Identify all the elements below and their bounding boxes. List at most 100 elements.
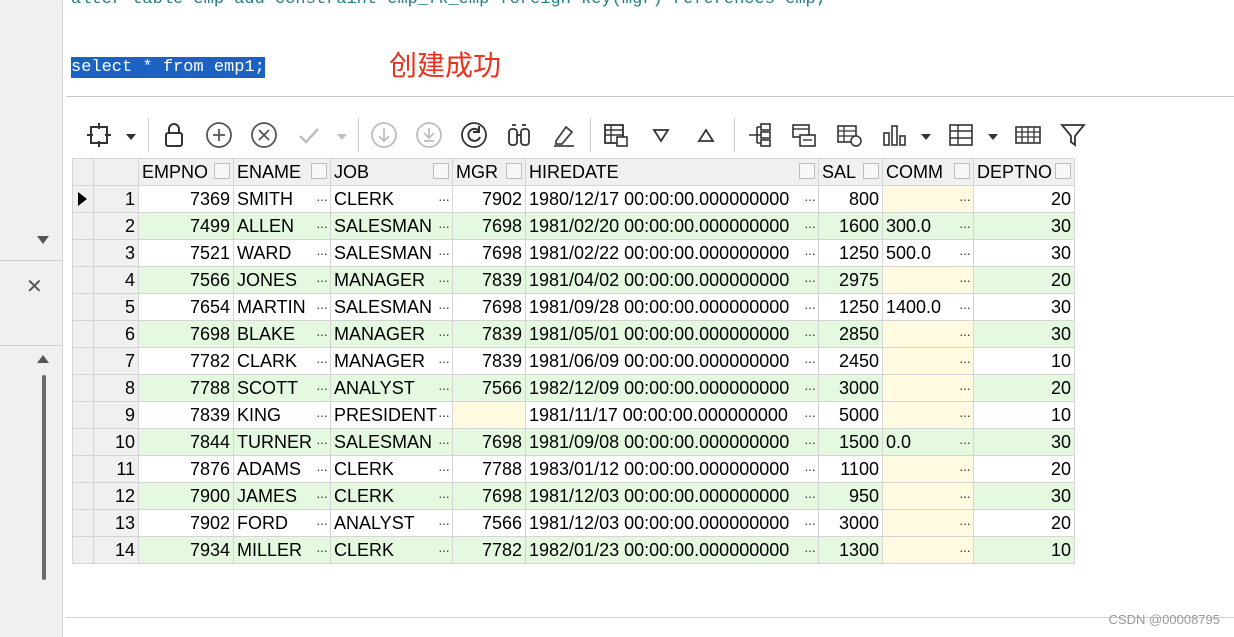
ellipsis-icon[interactable]: ··· [316, 540, 328, 560]
cell-mgr[interactable]: 7698 [452, 212, 526, 240]
cell-job[interactable]: ··· SALESMAN [330, 239, 453, 267]
cell-deptno[interactable]: 30 [973, 482, 1075, 510]
ellipsis-icon[interactable]: ··· [959, 459, 971, 479]
cell-hiredate[interactable]: ··· 1981/12/03 00:00:00.000000000 [525, 509, 819, 537]
cell-comm[interactable]: ··· [882, 266, 974, 294]
row-indicator[interactable] [72, 293, 94, 321]
cell-comm[interactable]: ··· [882, 509, 974, 537]
row-number[interactable]: 14 [93, 536, 139, 564]
row-indicator[interactable] [72, 401, 94, 429]
ellipsis-icon[interactable]: ··· [959, 432, 971, 452]
row-number[interactable]: 9 [93, 401, 139, 429]
cell-empno[interactable]: 7902 [138, 509, 234, 537]
cell-job[interactable]: ··· ANALYST [330, 509, 453, 537]
cell-sal[interactable]: 1300 [818, 536, 883, 564]
cell-deptno[interactable]: 20 [973, 374, 1075, 402]
ellipsis-icon[interactable]: ··· [438, 378, 450, 398]
cell-empno[interactable]: 7839 [138, 401, 234, 429]
ellipsis-icon[interactable]: ··· [316, 459, 328, 479]
column-menu-icon[interactable] [954, 163, 970, 179]
cell-hiredate[interactable]: ··· 1981/11/17 00:00:00.000000000 [525, 401, 819, 429]
cell-job[interactable]: ··· ANALYST [330, 374, 453, 402]
chart-icon[interactable] [879, 120, 909, 150]
cell-mgr[interactable]: 7566 [452, 374, 526, 402]
cell-deptno[interactable]: 10 [973, 536, 1075, 564]
clear-icon[interactable] [549, 120, 579, 150]
row-number[interactable]: 10 [93, 428, 139, 456]
layout-icon[interactable] [84, 120, 114, 150]
row-number[interactable]: 5 [93, 293, 139, 321]
row-indicator[interactable] [72, 185, 94, 213]
column-menu-icon[interactable] [863, 163, 879, 179]
cell-deptno[interactable]: 30 [973, 239, 1075, 267]
cell-mgr[interactable]: 7698 [452, 239, 526, 267]
cell-comm[interactable]: ··· [882, 455, 974, 483]
cell-mgr[interactable]: 7902 [452, 185, 526, 213]
ellipsis-icon[interactable]: ··· [438, 432, 450, 452]
cell-ename[interactable]: ··· SCOTT [233, 374, 331, 402]
cell-comm[interactable]: ··· 0.0 [882, 428, 974, 456]
cell-hiredate[interactable]: ··· 1981/02/22 00:00:00.000000000 [525, 239, 819, 267]
row-indicator[interactable] [72, 482, 94, 510]
cell-comm[interactable]: ··· [882, 320, 974, 348]
cell-mgr[interactable]: 7839 [452, 347, 526, 375]
lock-icon[interactable] [159, 120, 189, 150]
cell-comm[interactable]: ··· [882, 536, 974, 564]
table-row[interactable]: 2 7499 ··· ALLEN ··· SALESMAN 7698 ··· 1981/02/2… [72, 212, 1075, 240]
cell-empno[interactable]: 7782 [138, 347, 234, 375]
ellipsis-icon[interactable]: ··· [438, 513, 450, 533]
cell-deptno[interactable]: 20 [973, 455, 1075, 483]
cell-mgr[interactable]: 7782 [452, 536, 526, 564]
post-edits-icon[interactable] [294, 120, 324, 150]
cell-sal[interactable]: 3000 [818, 509, 883, 537]
cell-mgr[interactable]: 7698 [452, 293, 526, 321]
row-indicator[interactable] [72, 239, 94, 267]
ellipsis-icon[interactable]: ··· [959, 405, 971, 425]
cell-empno[interactable]: 7521 [138, 239, 234, 267]
ellipsis-icon[interactable]: ··· [959, 513, 971, 533]
crosstab-icon[interactable] [946, 120, 976, 150]
ellipsis-icon[interactable]: ··· [804, 297, 816, 317]
ellipsis-icon[interactable]: ··· [959, 540, 971, 560]
ellipsis-icon[interactable]: ··· [804, 459, 816, 479]
row-number[interactable]: 7 [93, 347, 139, 375]
ellipsis-icon[interactable]: ··· [316, 486, 328, 506]
ellipsis-icon[interactable]: ··· [804, 540, 816, 560]
cell-deptno[interactable]: 10 [973, 347, 1075, 375]
row-indicator[interactable] [72, 428, 94, 456]
ellipsis-icon[interactable]: ··· [959, 324, 971, 344]
cell-deptno[interactable]: 10 [973, 401, 1075, 429]
cell-deptno[interactable]: 20 [973, 509, 1075, 537]
cell-ename[interactable]: ··· JONES [233, 266, 331, 294]
cell-ename[interactable]: ··· SMITH [233, 185, 331, 213]
cell-comm[interactable]: ··· [882, 374, 974, 402]
row-number[interactable]: 11 [93, 455, 139, 483]
chevron-down-icon[interactable] [126, 134, 136, 140]
column-header-hiredate[interactable]: HIREDATE [525, 158, 819, 186]
row-indicator[interactable] [72, 509, 94, 537]
cell-empno[interactable]: 7654 [138, 293, 234, 321]
cell-sal[interactable]: 5000 [818, 401, 883, 429]
cell-ename[interactable]: ··· JAMES [233, 482, 331, 510]
sort-asc-icon[interactable] [691, 120, 721, 150]
chevron-down-icon[interactable] [337, 134, 347, 140]
cell-ename[interactable]: ··· FORD [233, 509, 331, 537]
scrollbar-thumb[interactable] [42, 375, 46, 580]
column-header-sal[interactable]: SAL [818, 158, 883, 186]
table-row[interactable]: 3 7521 ··· WARD ··· SALESMAN 7698 ··· 1981/02/22… [72, 239, 1075, 267]
ellipsis-icon[interactable]: ··· [438, 216, 450, 236]
ellipsis-icon[interactable]: ··· [804, 324, 816, 344]
cell-deptno[interactable]: 30 [973, 428, 1075, 456]
cell-comm[interactable]: ··· 1400.0 [882, 293, 974, 321]
scroll-up-icon[interactable] [37, 355, 49, 363]
cell-job[interactable]: ··· CLERK [330, 455, 453, 483]
ellipsis-icon[interactable]: ··· [804, 243, 816, 263]
fetch-next-icon[interactable] [369, 120, 399, 150]
table-row[interactable]: 10 7844 ··· TURNER ··· SALESMAN 7698 ··· 1981/09… [72, 428, 1075, 456]
ellipsis-icon[interactable]: ··· [438, 297, 450, 317]
ellipsis-icon[interactable]: ··· [804, 405, 816, 425]
cell-empno[interactable]: 7876 [138, 455, 234, 483]
table-row[interactable]: 12 7900 ··· JAMES ··· CLERK 7698 ··· 1981/12/03 … [72, 482, 1075, 510]
cell-hiredate[interactable]: ··· 1981/06/09 00:00:00.000000000 [525, 347, 819, 375]
export-icon[interactable] [789, 120, 819, 150]
